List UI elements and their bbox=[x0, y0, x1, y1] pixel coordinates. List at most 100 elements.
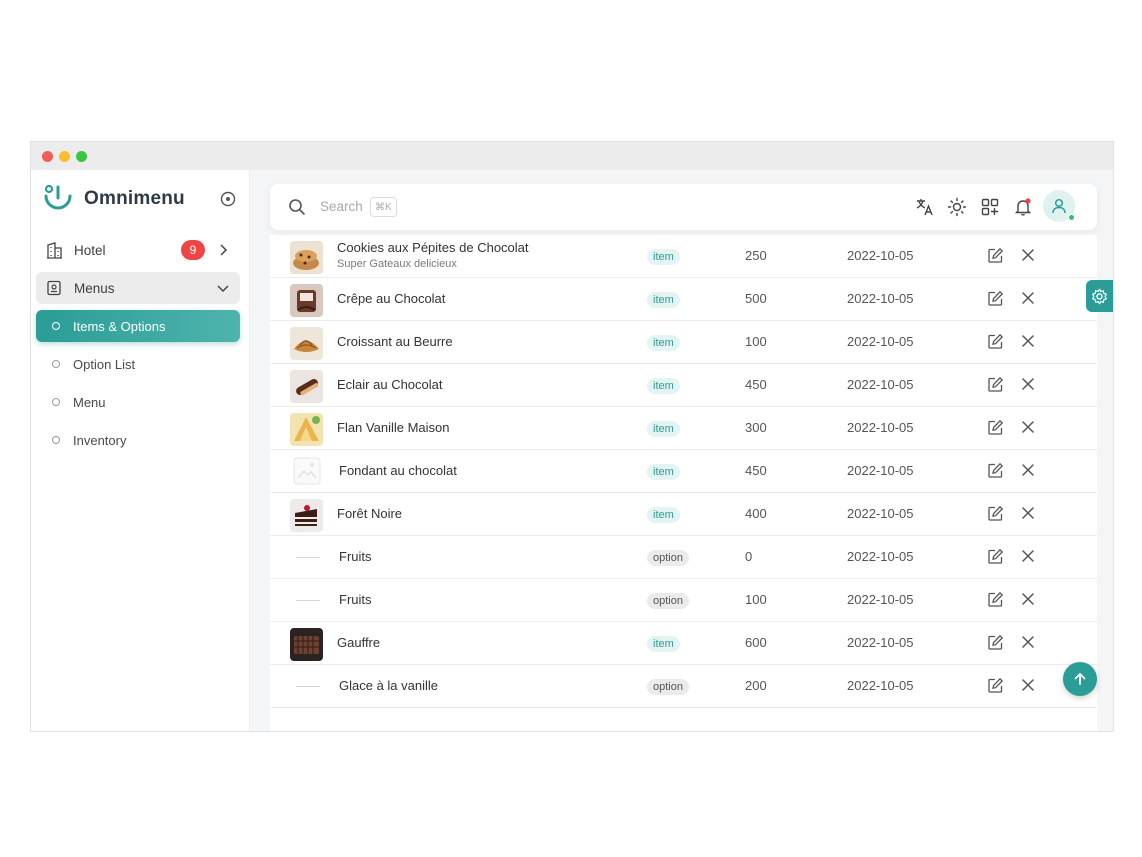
table-row[interactable]: Fruits option 100 2022-10-05 bbox=[270, 579, 1097, 622]
type-badge: item bbox=[647, 292, 680, 308]
search-input[interactable]: Search bbox=[320, 199, 363, 214]
item-subtitle: Super Gateaux delicieux bbox=[337, 258, 457, 270]
item-quantity: 400 bbox=[745, 506, 767, 521]
item-quantity: 200 bbox=[745, 678, 767, 693]
item-quantity: 300 bbox=[745, 420, 767, 435]
item-quantity: 100 bbox=[745, 592, 767, 607]
sidebar-item-label: Menus bbox=[74, 280, 115, 296]
item-thumbnail bbox=[290, 370, 323, 403]
table-row[interactable]: Croissant au Beurre item 100 2022-10-05 bbox=[270, 321, 1097, 364]
close-icon[interactable] bbox=[1021, 377, 1035, 391]
sidebar-item-hotel[interactable]: Hotel 9 bbox=[36, 234, 240, 266]
translate-icon[interactable] bbox=[915, 197, 935, 217]
type-badge: option bbox=[647, 679, 689, 695]
item-quantity: 250 bbox=[745, 248, 767, 263]
item-name: Cookies aux Pépites de Chocolat bbox=[337, 240, 529, 255]
scroll-to-top-button[interactable] bbox=[1063, 662, 1097, 696]
item-date: 2022-10-05 bbox=[847, 377, 914, 392]
close-icon[interactable] bbox=[1021, 549, 1035, 563]
avatar[interactable] bbox=[1043, 190, 1075, 222]
edit-icon[interactable] bbox=[987, 462, 1004, 479]
item-name: Flan Vanille Maison bbox=[337, 420, 450, 435]
table-row[interactable]: Crêpe au Chocolat item 500 2022-10-05 bbox=[270, 278, 1097, 321]
close-icon[interactable] bbox=[1021, 592, 1035, 606]
close-icon[interactable] bbox=[1021, 248, 1035, 262]
edit-icon[interactable] bbox=[987, 247, 1004, 264]
edit-icon[interactable] bbox=[987, 333, 1004, 350]
sidebar-item-option-list[interactable]: Option List bbox=[36, 348, 240, 380]
brand[interactable]: Omnimenu bbox=[42, 184, 185, 214]
close-icon[interactable] bbox=[1021, 463, 1035, 477]
item-date: 2022-10-05 bbox=[847, 248, 914, 263]
edit-icon[interactable] bbox=[987, 677, 1004, 694]
table-row[interactable]: Cookies aux Pépites de Chocolat Super Ga… bbox=[270, 235, 1097, 278]
item-name: Forêt Noire bbox=[337, 506, 403, 521]
type-badge: item bbox=[647, 421, 680, 437]
edit-icon[interactable] bbox=[987, 591, 1004, 608]
sun-icon[interactable] bbox=[947, 197, 967, 217]
close-icon[interactable] bbox=[1021, 635, 1035, 649]
sidebar-toggle-icon[interactable] bbox=[220, 191, 236, 207]
table-row[interactable]: Gauffre item 600 2022-10-05 bbox=[270, 622, 1097, 665]
window-close-dot[interactable] bbox=[42, 150, 53, 162]
window-minimize-dot[interactable] bbox=[59, 150, 70, 162]
item-thumbnail bbox=[290, 628, 323, 661]
edit-icon[interactable] bbox=[987, 419, 1004, 436]
bullet-circle-icon bbox=[52, 436, 60, 444]
edit-icon[interactable] bbox=[987, 505, 1004, 522]
search-icon[interactable] bbox=[288, 198, 306, 216]
item-date: 2022-10-05 bbox=[847, 506, 914, 521]
close-icon[interactable] bbox=[1021, 420, 1035, 434]
sidebar-item-items-options[interactable]: Items & Options bbox=[36, 310, 240, 342]
type-badge: item bbox=[647, 249, 680, 265]
item-quantity: 500 bbox=[745, 291, 767, 306]
building-icon bbox=[45, 241, 63, 259]
close-icon[interactable] bbox=[1021, 334, 1035, 348]
main-content: Search ⌘K Cookies aux Pépites de Chocola… bbox=[250, 170, 1113, 731]
edit-icon[interactable] bbox=[987, 290, 1004, 307]
item-date: 2022-10-05 bbox=[847, 635, 914, 650]
table-row[interactable]: Forêt Noire item 400 2022-10-05 bbox=[270, 493, 1097, 536]
table-row[interactable]: Fruits option 0 2022-10-05 bbox=[270, 536, 1097, 579]
chevron-right-icon bbox=[220, 244, 228, 256]
item-name: Fruits bbox=[339, 549, 372, 564]
app-shell: Omnimenu Hotel 9 Menus Items & Options O… bbox=[31, 170, 1113, 731]
type-badge: option bbox=[647, 550, 689, 566]
edit-icon[interactable] bbox=[987, 376, 1004, 393]
search-shortcut-hint: ⌘K bbox=[370, 197, 397, 217]
close-icon[interactable] bbox=[1021, 291, 1035, 305]
window-maximize-dot[interactable] bbox=[76, 150, 87, 162]
item-date: 2022-10-05 bbox=[847, 678, 914, 693]
item-date: 2022-10-05 bbox=[847, 334, 914, 349]
item-thumbnail bbox=[290, 413, 323, 446]
customizer-settings-button[interactable] bbox=[1086, 280, 1113, 312]
item-thumbnail bbox=[290, 284, 323, 317]
no-image-dash bbox=[296, 600, 320, 601]
table-row[interactable]: Flan Vanille Maison item 300 2022-10-05 bbox=[270, 407, 1097, 450]
table-row[interactable]: Eclair au Chocolat item 450 2022-10-05 bbox=[270, 364, 1097, 407]
type-badge: item bbox=[647, 335, 680, 351]
sidebar-item-menu[interactable]: Menu bbox=[36, 386, 240, 418]
notification-badge: 9 bbox=[181, 240, 205, 260]
item-name: Crêpe au Chocolat bbox=[337, 291, 446, 306]
items-table: Cookies aux Pépites de Chocolat Super Ga… bbox=[270, 235, 1097, 731]
edit-icon[interactable] bbox=[987, 634, 1004, 651]
close-icon[interactable] bbox=[1021, 678, 1035, 692]
item-name: Fruits bbox=[339, 592, 372, 607]
item-quantity: 600 bbox=[745, 635, 767, 650]
sidebar-item-label: Inventory bbox=[73, 432, 127, 448]
item-date: 2022-10-05 bbox=[847, 420, 914, 435]
sidebar-item-menus[interactable]: Menus bbox=[36, 272, 240, 304]
close-icon[interactable] bbox=[1021, 506, 1035, 520]
item-thumbnail bbox=[290, 327, 323, 360]
bell-icon[interactable] bbox=[1013, 197, 1033, 217]
bullet-circle-icon bbox=[52, 322, 60, 330]
table-row[interactable]: Glace à la vanille option 200 2022-10-05 bbox=[270, 665, 1097, 708]
item-date: 2022-10-05 bbox=[847, 592, 914, 607]
apps-add-icon[interactable] bbox=[980, 197, 1000, 217]
edit-icon[interactable] bbox=[987, 548, 1004, 565]
table-row[interactable]: Fondant au chocolat item 450 2022-10-05 bbox=[270, 450, 1097, 493]
sidebar-item-inventory[interactable]: Inventory bbox=[36, 424, 240, 456]
item-name: Glace à la vanille bbox=[339, 678, 438, 693]
arrow-up-icon bbox=[1074, 673, 1086, 685]
